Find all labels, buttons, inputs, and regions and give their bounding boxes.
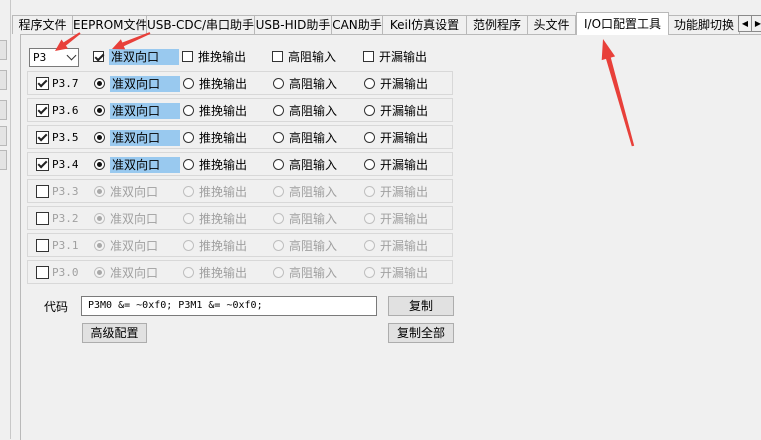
tab-io-config-tool[interactable]: I/O口配置工具 [576, 12, 669, 35]
annotation-arrow [112, 32, 151, 50]
annotation-arrow [55, 32, 81, 51]
annotation-overlay [55, 32, 635, 147]
annotation-arrow [601, 39, 635, 147]
